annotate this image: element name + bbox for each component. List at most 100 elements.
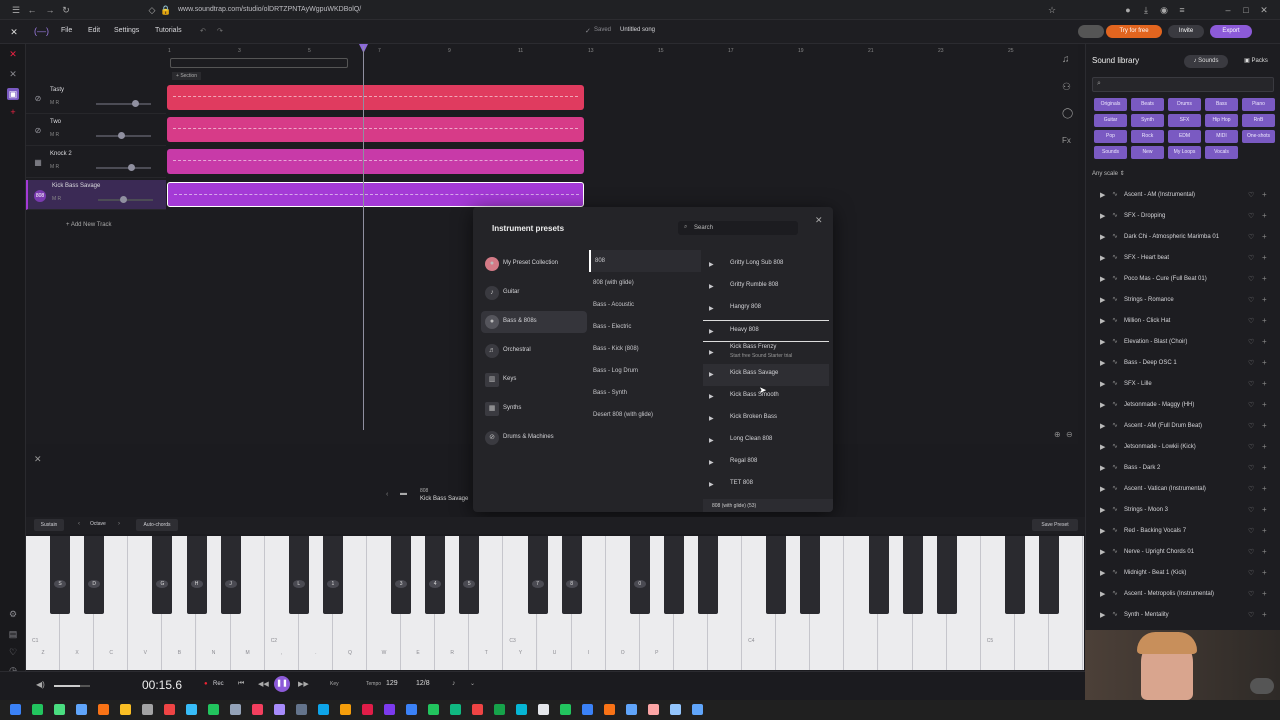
favorite-heart-icon[interactable]: ♡: [1248, 296, 1254, 304]
key-label[interactable]: Key: [330, 681, 339, 687]
sound-list-item[interactable]: ▶ ∿ Elevation - Blast (Choir) ♡ +: [1092, 332, 1276, 353]
black-key[interactable]: S: [50, 536, 71, 614]
close-modal-icon[interactable]: ✕: [815, 215, 823, 226]
taskbar-app-icon[interactable]: [98, 704, 109, 715]
play-icon[interactable]: ▶: [1100, 464, 1105, 472]
forward-icon[interactable]: →: [44, 4, 56, 16]
ruler[interactable]: 1 3 5 7 9 11 13 15 17 19 21 23 25: [166, 44, 1078, 58]
black-key[interactable]: [902, 536, 923, 614]
pause-button[interactable]: ❚❚: [274, 676, 290, 692]
redo-icon[interactable]: ↷: [217, 27, 223, 35]
play-icon[interactable]: ▶: [1100, 380, 1105, 388]
add-to-project-icon[interactable]: +: [1262, 547, 1267, 556]
add-to-project-icon[interactable]: +: [1262, 379, 1267, 388]
preset-row[interactable]: ▶ TET 808: [703, 474, 829, 496]
extensions-icon[interactable]: ●: [1122, 4, 1134, 16]
add-to-project-icon[interactable]: +: [1262, 274, 1267, 283]
category-bass-808s[interactable]: ● Bass & 808s: [481, 311, 587, 333]
black-key[interactable]: [936, 536, 957, 614]
sound-list-item[interactable]: ▶ ∿ Ascent - AM (Instrumental) ♡ +: [1092, 185, 1276, 206]
taskbar-app-icon[interactable]: [670, 704, 681, 715]
taskbar-app-icon[interactable]: [120, 704, 131, 715]
taskbar-app-icon[interactable]: [296, 704, 307, 715]
sound-list-item[interactable]: ▶ ∿ Dark Chi - Atmospheric Marimba 01 ♡ +: [1092, 227, 1276, 248]
add-to-project-icon[interactable]: +: [1262, 211, 1267, 220]
add-to-project-icon[interactable]: +: [1262, 232, 1267, 241]
sound-list-item[interactable]: ▶ ∿ Million - Click Hat ♡ +: [1092, 311, 1276, 332]
category-synths[interactable]: ▦ Synths: [481, 398, 587, 420]
taskbar-app-icon[interactable]: [406, 704, 417, 715]
try-for-free-button[interactable]: Try for free: [1106, 25, 1162, 38]
taskbar-app-icon[interactable]: [340, 704, 351, 715]
black-key[interactable]: J: [220, 536, 241, 614]
add-to-project-icon[interactable]: +: [1262, 316, 1267, 325]
back-icon[interactable]: ←: [26, 4, 38, 16]
taskbar-app-icon[interactable]: [516, 704, 527, 715]
x-icon[interactable]: ✕: [7, 68, 19, 80]
black-key[interactable]: [800, 536, 821, 614]
add-to-project-icon[interactable]: +: [1262, 421, 1267, 430]
track-header-2[interactable]: ⊘ Two M R: [26, 116, 166, 146]
rec-label[interactable]: Rec: [213, 681, 224, 687]
taskbar-app-icon[interactable]: [428, 704, 439, 715]
play-icon[interactable]: ▶: [1100, 191, 1105, 199]
play-icon[interactable]: ▶: [1100, 359, 1105, 367]
play-icon[interactable]: ▶: [709, 261, 714, 268]
volume-icon[interactable]: ◀): [36, 680, 45, 689]
bookmark-star-icon[interactable]: ☆: [1046, 4, 1058, 16]
favorite-heart-icon[interactable]: ♡: [1248, 548, 1254, 556]
sound-list-item[interactable]: ▶ ∿ Red - Backing Vocals 7 ♡ +: [1092, 521, 1276, 542]
zoom-in-icon[interactable]: ⊕: [1054, 430, 1061, 439]
sub-808[interactable]: 808: [589, 250, 701, 272]
favorite-heart-icon[interactable]: ♡: [1248, 338, 1254, 346]
volume-knob[interactable]: [120, 196, 127, 203]
filter-chip[interactable]: One-shots: [1242, 130, 1275, 143]
instrument-selector[interactable]: ‹ ▬ 808 Kick Bass Savage: [384, 487, 484, 507]
favorite-heart-icon[interactable]: ♡: [1248, 254, 1254, 262]
favorite-heart-icon[interactable]: ♡: [1248, 275, 1254, 283]
filter-chip[interactable]: MIDI: [1205, 130, 1238, 143]
add-to-project-icon[interactable]: +: [1262, 610, 1267, 619]
play-icon[interactable]: ▶: [1100, 527, 1105, 535]
zoom-out-icon[interactable]: ⊖: [1066, 430, 1073, 439]
taskbar-app-icon[interactable]: [186, 704, 197, 715]
play-icon[interactable]: ▶: [709, 283, 714, 290]
piano-keyboard[interactable]: Z C1 X C V B N M, C2. Q W E R T Y C3 U I O P C4 C5 S D G H J L 1 3 4 5 7…: [26, 536, 1084, 670]
record-icon[interactable]: ✕: [7, 48, 19, 60]
taskbar-app-icon[interactable]: [76, 704, 87, 715]
sound-list-item[interactable]: ▶ ∿ Bass - Deep OSC 1 ♡ +: [1092, 353, 1276, 374]
volume-knob[interactable]: [128, 164, 135, 171]
track-controls[interactable]: M R: [50, 164, 59, 170]
black-key[interactable]: [698, 536, 718, 614]
taskbar-app-icon[interactable]: [626, 704, 637, 715]
favorite-heart-icon[interactable]: ♡: [1248, 422, 1254, 430]
taskbar-app-icon[interactable]: [582, 704, 593, 715]
add-to-project-icon[interactable]: +: [1262, 400, 1267, 409]
octave-down-icon[interactable]: ‹: [78, 521, 80, 527]
black-key[interactable]: [663, 536, 684, 614]
skip-back-icon[interactable]: ⏮: [238, 680, 244, 688]
sub-bass-synth[interactable]: Bass - Synth: [589, 382, 701, 404]
play-icon[interactable]: ▶: [1100, 254, 1105, 262]
favorite-heart-icon[interactable]: ♡: [1248, 506, 1254, 514]
category-guitar[interactable]: ♪ Guitar: [481, 282, 587, 304]
taskbar-app-icon[interactable]: [648, 704, 659, 715]
volume-knob[interactable]: [132, 100, 139, 107]
preset-row[interactable]: ▶ Long Clean 808: [703, 430, 829, 452]
profile-icon[interactable]: ◉: [1158, 4, 1170, 16]
sub-bass-acoustic[interactable]: Bass - Acoustic: [589, 294, 701, 316]
track-header-4[interactable]: 808 Kick Bass Savage M R: [26, 180, 166, 210]
preset-row[interactable]: ▶ Hangry 808: [703, 298, 829, 320]
favorite-heart-icon[interactable]: ♡: [1248, 380, 1254, 388]
filter-chip[interactable]: EDM: [1168, 130, 1201, 143]
preset-row[interactable]: ▶ Gritty Long Sub 808: [703, 254, 829, 276]
close-studio-icon[interactable]: ✕: [8, 26, 20, 38]
black-key[interactable]: 1: [322, 536, 343, 614]
black-key[interactable]: [766, 536, 787, 614]
sub-bass-kick[interactable]: Bass - Kick (808): [589, 338, 701, 360]
rewind-icon[interactable]: ◀◀: [258, 680, 269, 688]
play-icon[interactable]: ▶: [1100, 338, 1105, 346]
track-region-4[interactable]: [167, 182, 584, 207]
sub-808-glide[interactable]: 808 (with glide): [589, 272, 701, 294]
add-to-project-icon[interactable]: +: [1262, 295, 1267, 304]
